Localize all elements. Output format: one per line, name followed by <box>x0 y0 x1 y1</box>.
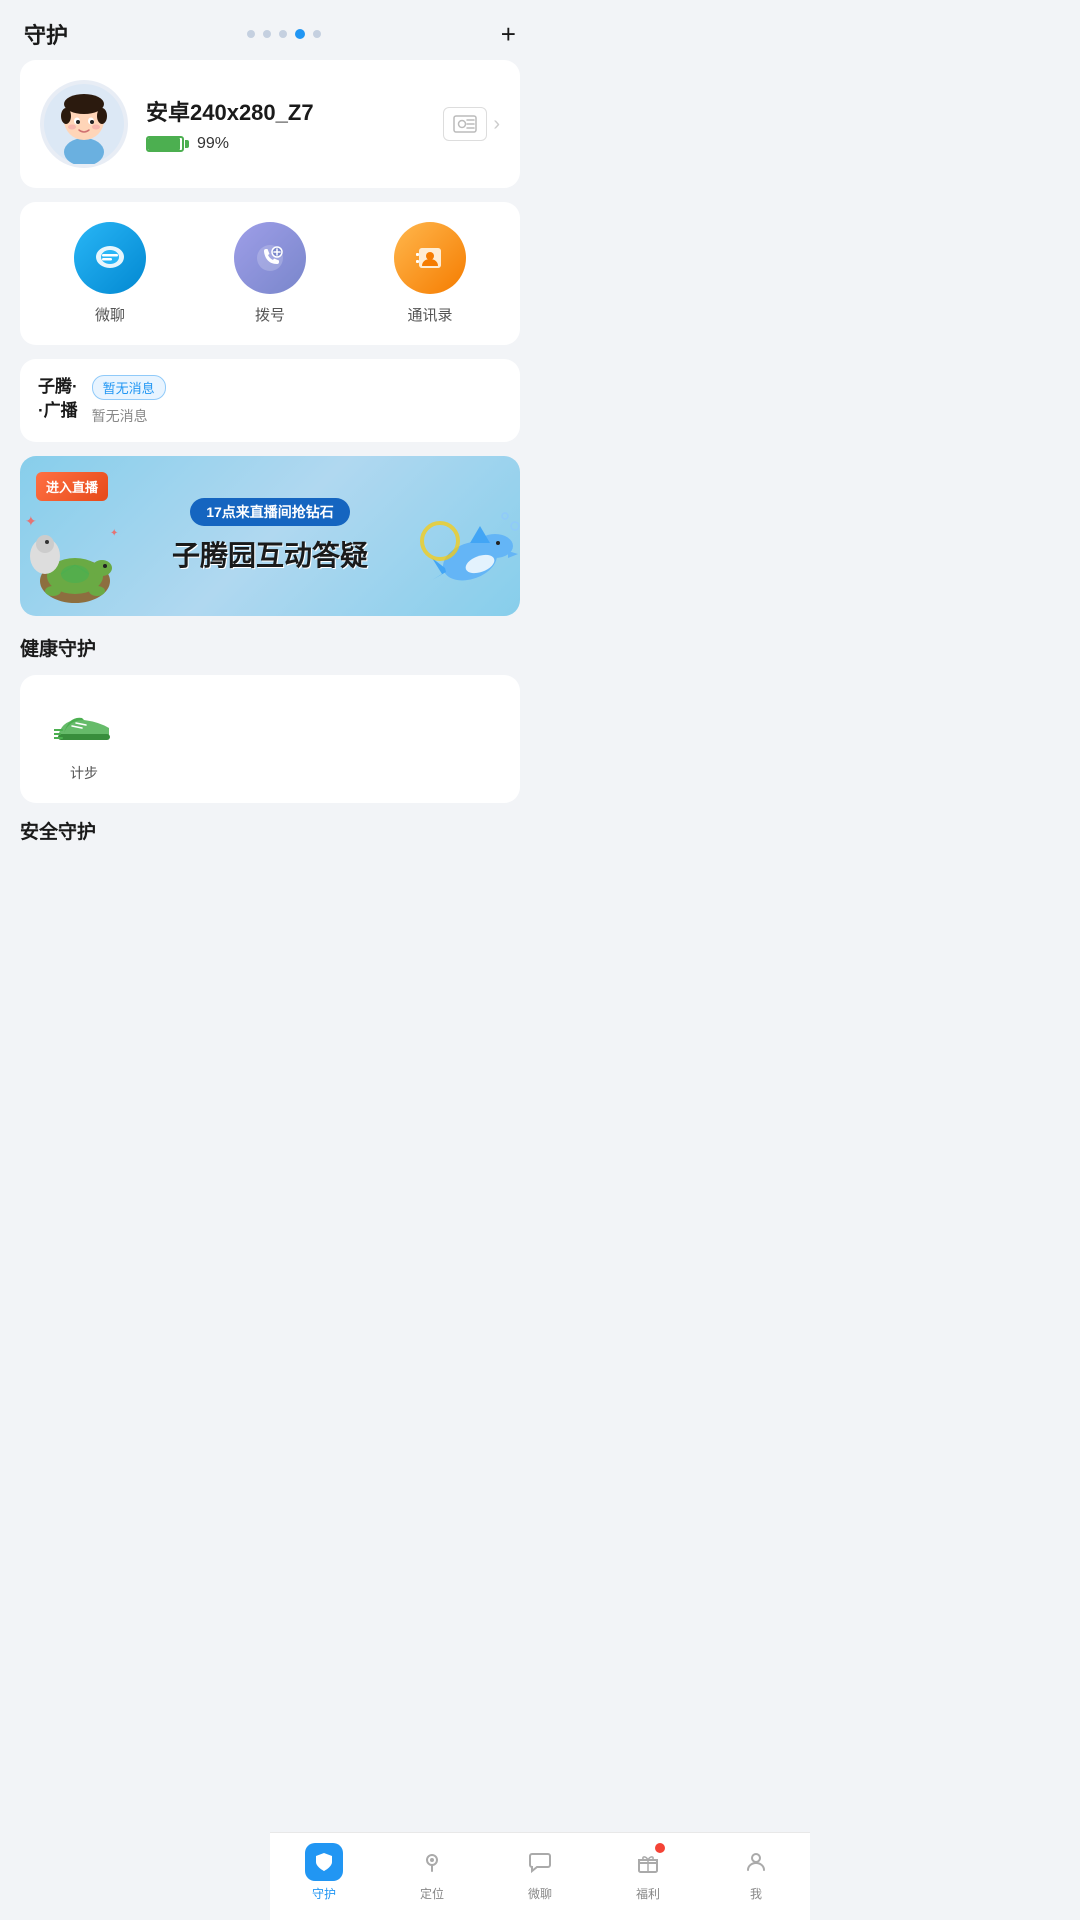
banner-deco-left: ✦ ✦ <box>20 496 150 616</box>
benefits-badge <box>655 1843 665 1853</box>
top-nav: 守护 + <box>0 0 540 60</box>
profile-action[interactable]: › <box>443 107 500 141</box>
safety-section-title: 安全守护 <box>20 817 520 844</box>
tab-benefits[interactable]: 福利 <box>629 1843 667 1902</box>
tab-chat[interactable]: 微聊 <box>521 1843 559 1902</box>
tab-bar: 守护 定位 微聊 <box>270 1832 810 1920</box>
dot-2 <box>263 30 271 38</box>
contacts-label: 通讯录 <box>407 304 452 325</box>
battery-icon <box>146 136 189 152</box>
broadcast-title: 子腾··广播 <box>38 375 78 423</box>
banner-card[interactable]: ✦ ✦ 进入直播 17点来直播间抢钻石 子腾园互动答疑 <box>20 456 520 616</box>
avatar <box>40 80 128 168</box>
profile-info: 安卓240x280_Z7 99% <box>146 95 425 153</box>
broadcast-sub: 暂无消息 <box>92 408 148 424</box>
steps-icon <box>52 691 116 755</box>
chat-icon <box>521 1843 559 1881</box>
profile-card: 安卓240x280_Z7 99% › <box>20 60 520 188</box>
broadcast-card: 子腾··广播 暂无消息 暂无消息 <box>20 359 520 442</box>
tab-location-label: 定位 <box>420 1885 444 1902</box>
tab-me[interactable]: 我 <box>737 1843 775 1902</box>
quick-link-wechat[interactable]: 微聊 <box>74 222 146 325</box>
dial-label: 拨号 <box>255 304 285 325</box>
svg-text:✦: ✦ <box>25 513 37 529</box>
tab-benefits-label: 福利 <box>636 1885 660 1902</box>
wechat-icon <box>74 222 146 294</box>
dot-3 <box>279 30 287 38</box>
wechat-label: 微聊 <box>95 304 125 325</box>
contacts-icon <box>394 222 466 294</box>
broadcast-content: 暂无消息 暂无消息 <box>92 375 502 426</box>
battery-percent: 99% <box>197 135 229 153</box>
banner-deco-right <box>410 496 520 616</box>
quick-link-contacts[interactable]: 通讯录 <box>394 222 466 325</box>
steps-label: 计步 <box>70 763 98 783</box>
tab-me-label: 我 <box>750 1885 762 1902</box>
tab-chat-label: 微聊 <box>528 1885 552 1902</box>
dial-icon <box>234 222 306 294</box>
svg-text:✦: ✦ <box>110 528 118 539</box>
me-icon <box>737 1843 775 1881</box>
quick-links-card: 微聊 拨号 通讯录 <box>20 202 520 345</box>
dot-5 <box>313 30 321 38</box>
dot-4-active <box>295 29 305 39</box>
quick-link-dial[interactable]: 拨号 <box>234 222 306 325</box>
broadcast-badge: 暂无消息 <box>92 375 166 400</box>
location-icon <box>413 1843 451 1881</box>
tab-location[interactable]: 定位 <box>413 1843 451 1902</box>
health-steps[interactable]: 计步 <box>44 691 124 783</box>
tab-guard[interactable]: 守护 <box>305 1843 343 1902</box>
add-button[interactable]: + <box>501 19 516 50</box>
profile-detail-icon[interactable] <box>443 107 487 141</box>
health-section-title: 健康守护 <box>20 630 520 661</box>
profile-name: 安卓240x280_Z7 <box>146 95 425 127</box>
banner-tag: 17点来直播间抢钻石 <box>190 498 350 526</box>
battery-row: 99% <box>146 135 425 153</box>
banner-main-title: 子腾园互动答疑 <box>172 534 368 574</box>
page-title: 守护 <box>24 18 68 50</box>
banner-center: 17点来直播间抢钻石 子腾园互动答疑 <box>172 498 368 574</box>
chevron-right-icon: › <box>493 113 500 136</box>
guard-icon <box>305 1843 343 1881</box>
dot-1 <box>247 30 255 38</box>
page-indicator <box>247 29 321 39</box>
tab-guard-label: 守护 <box>312 1885 336 1902</box>
banner-enter-button[interactable]: 进入直播 <box>36 472 108 501</box>
health-card: 计步 <box>20 675 520 803</box>
